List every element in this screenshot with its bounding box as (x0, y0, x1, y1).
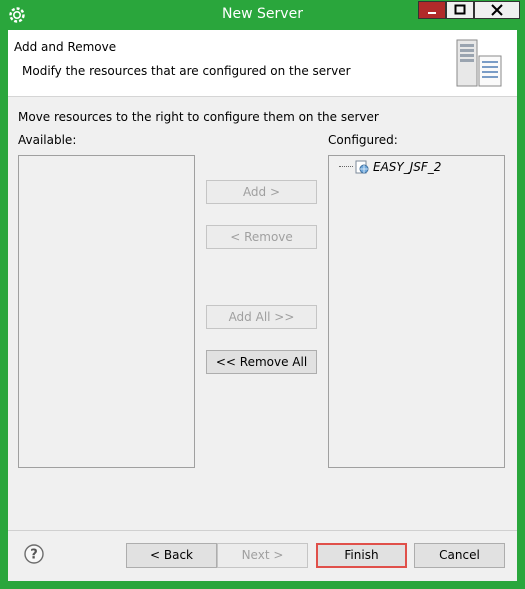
tree-item[interactable]: EASY_JSF_2 (339, 159, 441, 175)
add-button[interactable]: Add > (206, 180, 317, 204)
minimize-icon (428, 12, 436, 14)
page-title: Add and Remove (14, 40, 117, 54)
available-list[interactable] (18, 155, 195, 468)
svg-text:?: ? (30, 548, 38, 563)
finish-button[interactable]: Finish (316, 543, 407, 568)
page-description: Modify the resources that are configured… (22, 64, 351, 78)
wizard-header: Add and Remove Modify the resources that… (8, 30, 517, 97)
instruction-text: Move resources to the right to configure… (18, 110, 379, 124)
tree-item-label: EASY_JSF_2 (373, 160, 442, 174)
server-icon (456, 39, 502, 87)
minimize-button[interactable] (418, 1, 446, 19)
close-button[interactable] (474, 1, 520, 19)
dialog-content: Add and Remove Modify the resources that… (8, 30, 517, 581)
available-label: Available: (18, 133, 77, 147)
maximize-icon (454, 4, 466, 15)
add-all-button[interactable]: Add All >> (206, 305, 317, 329)
footer-separator (8, 530, 517, 531)
configured-label: Configured: (328, 133, 398, 147)
title-bar: New Server (0, 0, 525, 30)
dialog-window: New Server Add and Remove Modify the res… (0, 0, 525, 589)
close-icon (491, 4, 503, 16)
next-button[interactable]: Next > (217, 543, 308, 568)
remove-all-button[interactable]: << Remove All (206, 350, 317, 374)
cancel-button[interactable]: Cancel (414, 543, 505, 568)
configured-list[interactable]: EASY_JSF_2 (328, 155, 505, 468)
remove-button[interactable]: < Remove (206, 225, 317, 249)
tree-connector (339, 166, 353, 168)
maximize-button[interactable] (446, 1, 474, 19)
web-module-icon (355, 160, 369, 174)
back-button[interactable]: < Back (126, 543, 217, 568)
help-icon[interactable]: ? (24, 544, 44, 564)
